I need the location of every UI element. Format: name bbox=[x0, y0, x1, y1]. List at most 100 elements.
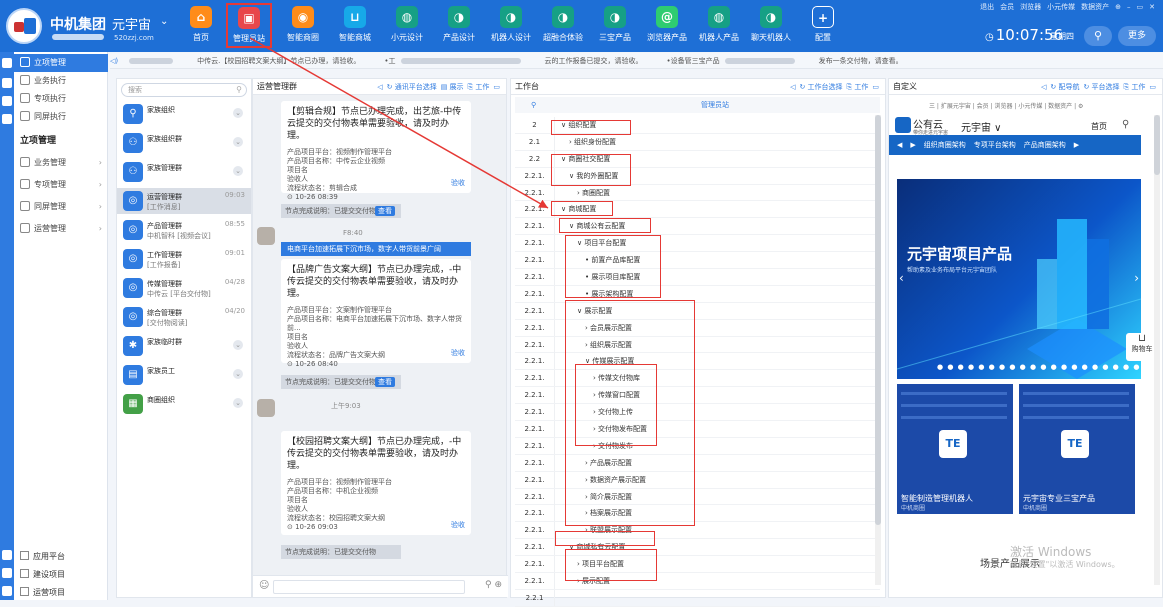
tree-node-label[interactable]: ∨ 商城公有云配置 bbox=[569, 218, 625, 234]
tree-node-label[interactable]: › 交付物发布配置 bbox=[593, 421, 647, 437]
tree-row[interactable]: 2.2.1. ∨ 商城公有云配置 bbox=[515, 218, 880, 236]
tree-row[interactable]: 2.2.1. › 组织展示配置 bbox=[515, 336, 880, 354]
tree-node-label[interactable]: › 数据资产展示配置 bbox=[585, 472, 646, 488]
sidebar-bottom-app-platform[interactable]: 应用平台 bbox=[14, 548, 108, 566]
tree-row[interactable]: 2.2.1. › 项目平台配置 bbox=[515, 556, 880, 574]
tree-node-label[interactable]: › 项目平台配置 bbox=[577, 556, 624, 572]
top-link[interactable]: 数据资产 bbox=[1081, 3, 1109, 11]
tree-node-label[interactable]: • 展示项目库配置 bbox=[585, 269, 640, 285]
nav-item[interactable]: @ 浏览器产品 bbox=[644, 4, 690, 50]
tree-node-label[interactable]: ∨ 商城私有云配置 bbox=[569, 539, 625, 555]
view-button[interactable]: 查看 bbox=[375, 206, 395, 216]
sidebar-item-project-mgmt[interactable]: 立项管理 bbox=[14, 54, 108, 72]
tree-row[interactable]: 2.2.1. › 档案展示配置 bbox=[515, 505, 880, 523]
tree-row[interactable]: 2.2.1. ∨ 我的外圈配置 bbox=[515, 167, 880, 185]
notice-item[interactable]: •设备管三宝产品 bbox=[667, 57, 720, 65]
tree-row[interactable]: 2.2.1. ∨ 商城配置 bbox=[515, 201, 880, 219]
chevron-down-icon[interactable]: ⌄ bbox=[233, 108, 243, 118]
tree-node-label[interactable]: › 传媒窗口配置 bbox=[593, 387, 640, 403]
contact-item[interactable]: ⚲ 家族组织 ⌄ bbox=[117, 101, 251, 127]
tree-row[interactable]: 2.2.1. • 前置产品库配置 bbox=[515, 252, 880, 270]
contact-item[interactable]: ◎ 传媒管理群 中传云 [平台交付物] 04/28 bbox=[117, 275, 251, 301]
tree-row[interactable]: 2.2.1. › 简介展示配置 bbox=[515, 488, 880, 506]
nav-item[interactable]: ◑ 机器人设计 bbox=[488, 4, 534, 50]
site-home-link[interactable]: 首页 bbox=[1091, 121, 1107, 132]
sidebar-item-screen[interactable]: 同屏执行 bbox=[14, 108, 108, 126]
product-card[interactable]: TE 元宇宙专业三宝产品 中机商圈 bbox=[1019, 384, 1135, 514]
next-icon[interactable]: ▶ bbox=[910, 141, 915, 149]
nav-item[interactable]: ⊔ 智能商城 bbox=[332, 4, 378, 50]
nav-item[interactable]: ◑ 超融合体验 bbox=[540, 4, 586, 50]
scrollbar[interactable] bbox=[875, 115, 881, 585]
nav-item[interactable]: + 配置 bbox=[800, 4, 846, 50]
tree-row[interactable]: 2.2.1. › 交付物上传 bbox=[515, 404, 880, 422]
window-icon[interactable]: ▭ bbox=[493, 83, 500, 91]
sidebar-bottom-ops-project[interactable]: 运营项目 bbox=[14, 584, 108, 602]
tree-node-label[interactable]: ∨ 项目平台配置 bbox=[577, 235, 626, 251]
search-button[interactable]: ⚲ bbox=[1084, 26, 1112, 46]
window-icon[interactable]: ▭ bbox=[872, 83, 879, 91]
tree-row[interactable]: 2.2.1. ∨ 传媒展示配置 bbox=[515, 353, 880, 371]
chat-input-tools[interactable]: ⚲ ⊕ bbox=[485, 580, 502, 590]
chevron-down-icon[interactable]: ⌄ bbox=[233, 398, 243, 408]
accept-link[interactable]: 验收 bbox=[451, 348, 465, 358]
chat-tool-work[interactable]: ⎘ 工作 bbox=[468, 83, 490, 91]
contact-item[interactable]: ◎ 综合管理群 [交付物阅读] 04/20 bbox=[117, 304, 251, 330]
chevron-down-icon[interactable]: ⌄ bbox=[160, 16, 168, 27]
tree-row[interactable]: 2 ∨ 组织配置 bbox=[515, 117, 880, 134]
rail-icon[interactable] bbox=[2, 96, 12, 106]
top-link[interactable]: ⊕ bbox=[1115, 3, 1121, 11]
nav-item[interactable]: ◉ 智能商圈 bbox=[280, 4, 326, 50]
contact-search-input[interactable]: 搜索 ⚲ bbox=[121, 83, 247, 97]
tree-row[interactable]: 2.2.1. ∨ 展示配置 bbox=[515, 302, 880, 320]
tree-node-label[interactable]: ∨ 组织配置 bbox=[561, 117, 596, 133]
tree-node-label[interactable]: › 组织展示配置 bbox=[585, 337, 632, 353]
tree-node-label[interactable]: • 前置产品库配置 bbox=[585, 252, 640, 268]
rail-icon[interactable] bbox=[2, 586, 12, 596]
chevron-down-icon[interactable]: ⌄ bbox=[233, 369, 243, 379]
scrollbar-thumb[interactable] bbox=[1154, 115, 1160, 175]
sidebar-sub-business[interactable]: 业务管理 › bbox=[14, 152, 108, 174]
notice-item[interactable]: 发布一条交付物，请查看。 bbox=[819, 57, 903, 65]
nav-item[interactable]: ▣ 管理员站 bbox=[226, 3, 272, 48]
contact-item[interactable]: ⚇ 家族管理群 ⌄ bbox=[117, 159, 251, 185]
sidebar-sub-screen[interactable]: 同屏管理 › bbox=[14, 196, 108, 218]
search-icon[interactable]: ⚲ bbox=[1122, 119, 1129, 130]
chat-input[interactable] bbox=[273, 580, 465, 594]
tree-row[interactable]: 2.2.1. › 展示配置 bbox=[515, 573, 880, 590]
sidebar-item-business[interactable]: 业务执行 bbox=[14, 72, 108, 90]
tree-row[interactable]: 2.2.1. › 会员展示配置 bbox=[515, 319, 880, 337]
sidebar-bottom-build-project[interactable]: 建设项目 bbox=[14, 566, 108, 584]
tree-row[interactable]: 2.2.1. › 交付物发布 bbox=[515, 437, 880, 455]
rail-icon[interactable] bbox=[2, 568, 12, 578]
top-link[interactable]: 会员 bbox=[1000, 3, 1014, 11]
sidebar-sub-special[interactable]: 专项管理 › bbox=[14, 174, 108, 196]
tree-row[interactable]: 2.2.1. › 商圈配置 bbox=[515, 184, 880, 202]
top-link[interactable]: 浏览器 bbox=[1020, 3, 1041, 11]
custom-tool-nav[interactable]: ↻ 配导航 bbox=[1050, 83, 1079, 91]
nav-item[interactable]: ◍ 机器人产品 bbox=[696, 4, 742, 50]
tree-node-label[interactable]: › 交付物发布 bbox=[593, 438, 633, 454]
emoji-icon[interactable]: ☺ bbox=[259, 580, 269, 591]
top-link[interactable]: – bbox=[1127, 3, 1131, 11]
site-workspace[interactable]: 元宇宙 ∨ bbox=[961, 119, 1002, 134]
carousel-dots[interactable]: ● ● ● ● ● ● ● ● ● ● ● ● ● ● ● ● ● ● ● ● bbox=[937, 363, 1140, 371]
chevron-down-icon[interactable]: ⌄ bbox=[233, 137, 243, 147]
tree-node-label[interactable]: ∨ 我的外圈配置 bbox=[569, 168, 618, 184]
nav-item[interactable]: ⌂ 首页 bbox=[178, 4, 224, 50]
nav-item[interactable]: ◑ 产品设计 bbox=[436, 4, 482, 50]
top-link[interactable]: ✕ bbox=[1149, 3, 1155, 11]
next-icon[interactable]: ▶ bbox=[1074, 141, 1079, 149]
accept-link[interactable]: 验收 bbox=[451, 520, 465, 530]
chat-tool-display[interactable]: ▤ 展示 bbox=[441, 83, 464, 91]
workspace-selector[interactable]: 元宇宙 bbox=[112, 14, 151, 33]
nav-item[interactable]: ◑ 三宝产品 bbox=[592, 4, 638, 50]
tree-node-label[interactable]: ∨ 传媒展示配置 bbox=[585, 353, 634, 369]
nav-item[interactable]: ◑ 聊天机器人 bbox=[748, 4, 794, 50]
sidebar-sub-operations[interactable]: 运营管理 › bbox=[14, 218, 108, 240]
tree-node-label[interactable]: › 档案展示配置 bbox=[585, 505, 632, 521]
tree-node-label[interactable]: › 商圈配置 bbox=[577, 185, 610, 201]
contact-item[interactable]: ◎ 运营管理群 [工作消息] 09:03 bbox=[117, 188, 251, 214]
rail-icon[interactable] bbox=[2, 58, 12, 68]
custom-tool-platform[interactable]: ↻ 平台选择 bbox=[1083, 83, 1119, 91]
